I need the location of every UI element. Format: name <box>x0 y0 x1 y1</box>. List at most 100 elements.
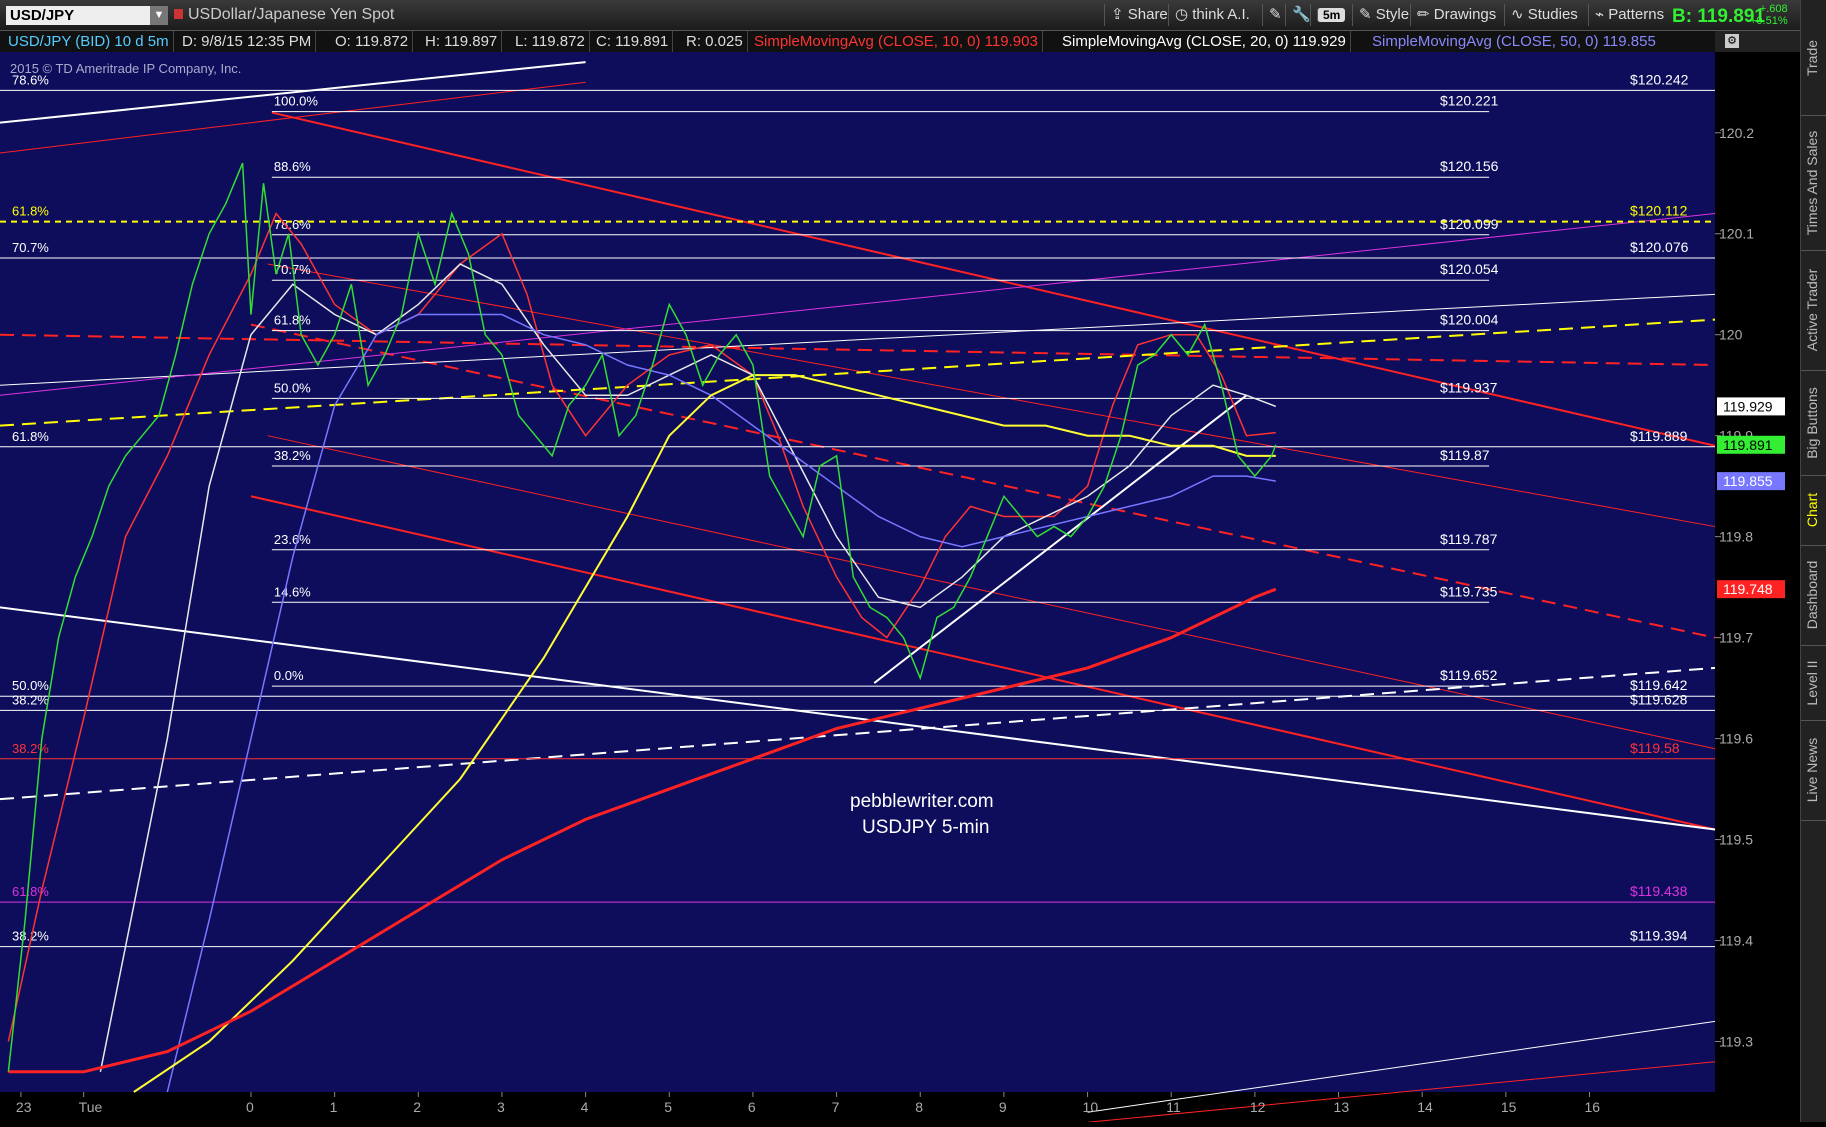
fib-level-price: $120.054 <box>1440 261 1499 277</box>
price-tick-label: 119.4 <box>1719 933 1753 949</box>
fib-level-pct: 50.0% <box>12 678 49 693</box>
style-label: Style <box>1375 6 1410 23</box>
symbol-description: USDollar/Japanese Yen Spot <box>188 6 395 23</box>
style-icon: ✎ <box>1359 6 1372 23</box>
price-change: +.608 +0.51% <box>1750 3 1788 27</box>
fib-level-price: $119.937 <box>1440 379 1498 395</box>
price-tick-label: 120.1 <box>1719 226 1754 242</box>
fib-level-pct: 88.6% <box>274 159 311 174</box>
fib-level-price: $119.735 <box>1440 583 1498 599</box>
drawing-tool-icon: ✎ <box>1269 6 1282 23</box>
fib-level-pct: 78.6% <box>274 217 311 232</box>
sidebar-tab-dashboard[interactable]: Dashboard <box>1801 545 1826 646</box>
time-tick-label: 12 <box>1250 1099 1266 1115</box>
time-tick-label: 13 <box>1334 1099 1350 1115</box>
watermark-site: pebblewriter.com <box>850 791 994 812</box>
time-tick-label: 14 <box>1417 1099 1433 1115</box>
wrench-icon: 🔧 <box>1292 6 1311 23</box>
chevron-down-icon[interactable]: ▼ <box>150 6 168 25</box>
chart-corner-controls: ⚙ <box>1715 31 1800 52</box>
sma10-label: SimpleMovingAvg (CLOSE, 10, 0) 119.903 <box>750 31 1043 52</box>
chart-settings-icon[interactable]: ⚙ <box>1725 34 1739 48</box>
top-toolbar: USD/JPY ▼ USDollar/Japanese Yen Spot ⇪ S… <box>0 0 1800 31</box>
studies-label: Studies <box>1527 6 1578 23</box>
fib-level-price: $120.099 <box>1440 216 1499 232</box>
fib-level-price: $120.004 <box>1440 312 1499 328</box>
fib-level-price: $119.394 <box>1630 928 1688 944</box>
fib-level-pct: 61.8% <box>274 313 311 328</box>
sma50-name: SimpleMovingAvg (CLOSE, 50, 0) <box>1372 33 1599 50</box>
drawing-tool-button[interactable]: ✎ <box>1262 4 1288 26</box>
price-tick-label: 119.8 <box>1719 529 1753 545</box>
fib-level-price: $120.242 <box>1630 71 1689 87</box>
time-tick-label: 5 <box>664 1099 672 1115</box>
time-tick-label: Tue <box>79 1099 103 1115</box>
price-badge-label: 119.748 <box>1723 581 1773 597</box>
fib-level-pct: 61.8% <box>12 884 49 899</box>
sidebar-tab-big-buttons[interactable]: Big Buttons <box>1801 370 1826 476</box>
time-tick-label: 4 <box>581 1099 589 1115</box>
right-sidebar: Trade Times And Sales Active Trader Big … <box>1800 0 1826 1122</box>
patterns-label: Patterns <box>1608 6 1665 23</box>
time-tick-label: 0 <box>246 1099 254 1115</box>
copyright-text: 2015 © TD Ameritrade IP Company, Inc. <box>10 61 241 76</box>
chart-area[interactable]: 100.0% $120.221 88.6% $120.156 78.6% $120.099… <box>0 52 1800 1123</box>
time-tick-label: 16 <box>1585 1099 1601 1115</box>
time-tick-label: 11 <box>1166 1099 1181 1115</box>
change-abs: +.608 <box>1759 3 1788 15</box>
symbol-input[interactable]: USD/JPY <box>6 6 166 25</box>
price-chart[interactable]: 100.0% $120.22188.6% $120.15678.6% $120.099… <box>0 52 1800 1123</box>
time-tick-label: 2 <box>413 1099 421 1115</box>
share-button[interactable]: ⇪ Share <box>1104 4 1174 26</box>
fib-level-pct: 100.0% <box>274 94 319 109</box>
info-open: O: 119.872 <box>331 31 414 52</box>
time-tick-label: 3 <box>497 1099 505 1115</box>
time-tick-label: 6 <box>748 1099 756 1115</box>
think-ai-label: think A.I. <box>1192 6 1250 23</box>
sidebar-tab-live-news[interactable]: Live News <box>1801 720 1826 821</box>
time-tick-label: 9 <box>999 1099 1007 1115</box>
studies-icon: ∿ <box>1511 6 1524 23</box>
think-ai-button[interactable]: ◷ think A.I. <box>1168 4 1256 26</box>
price-badge-label: 119.855 <box>1723 473 1773 489</box>
sidebar-tab-level-ii[interactable]: Level II <box>1801 645 1826 721</box>
sma50-value: 119.855 <box>1602 33 1656 50</box>
fib-level-price: $120.156 <box>1440 158 1499 174</box>
drawings-label: Drawings <box>1433 6 1497 23</box>
fib-level-pct: 38.2% <box>12 741 49 756</box>
sidebar-tab-times-and-sales[interactable]: Times And Sales <box>1801 115 1826 251</box>
sidebar-tab-active-trader[interactable]: Active Trader <box>1801 250 1826 371</box>
chart-info-bar: USD/JPY (BID) 10 d 5m D: 9/8/15 12:35 PM… <box>0 31 1715 52</box>
fib-level-pct: 14.6% <box>274 584 311 599</box>
share-label: Share <box>1127 6 1168 23</box>
timeframe-button[interactable]: 5m <box>1310 4 1351 26</box>
fib-level-pct: 70.7% <box>12 240 49 255</box>
sidebar-tab-trade[interactable]: Trade <box>1801 0 1826 116</box>
sma20-label: SimpleMovingAvg (CLOSE, 20, 0) 119.929 <box>1058 31 1351 52</box>
fib-level-price: $119.87 <box>1440 447 1490 463</box>
studies-button[interactable]: ∿ Studies <box>1504 4 1584 26</box>
fib-level-price: $119.628 <box>1630 691 1688 707</box>
price-badge-label: 119.929 <box>1723 398 1773 414</box>
price-tick-label: 119.6 <box>1719 731 1753 747</box>
fib-level-pct: 23.6% <box>274 532 311 547</box>
ai-icon: ◷ <box>1175 6 1189 23</box>
sma20-value: 119.929 <box>1292 33 1346 50</box>
time-tick-label: 1 <box>330 1099 338 1115</box>
fib-level-pct: 61.8% <box>12 429 49 444</box>
drawings-button[interactable]: ✏ Drawings <box>1410 4 1502 26</box>
patterns-button[interactable]: ⌁ Patterns <box>1588 4 1670 26</box>
time-tick-label: 7 <box>832 1099 840 1115</box>
timeframe-badge: 5m <box>1317 8 1346 22</box>
sma10-name: SimpleMovingAvg (CLOSE, 10, 0) <box>754 33 981 50</box>
info-high: H: 119.897 <box>421 31 503 52</box>
sidebar-tab-chart[interactable]: Chart <box>1801 475 1826 546</box>
price-badge-label: 119.891 <box>1723 437 1773 453</box>
style-button[interactable]: ✎ Style <box>1352 4 1415 26</box>
fib-level-pct: 61.8% <box>12 204 49 219</box>
sidebar-tab-label: Chart <box>1804 492 1820 528</box>
time-tick-label: 15 <box>1501 1099 1517 1115</box>
sidebar-tab-label: Dashboard <box>1804 560 1820 630</box>
price-tick-label: 120 <box>1719 327 1743 343</box>
fib-level-pct: 38.2% <box>12 692 49 707</box>
